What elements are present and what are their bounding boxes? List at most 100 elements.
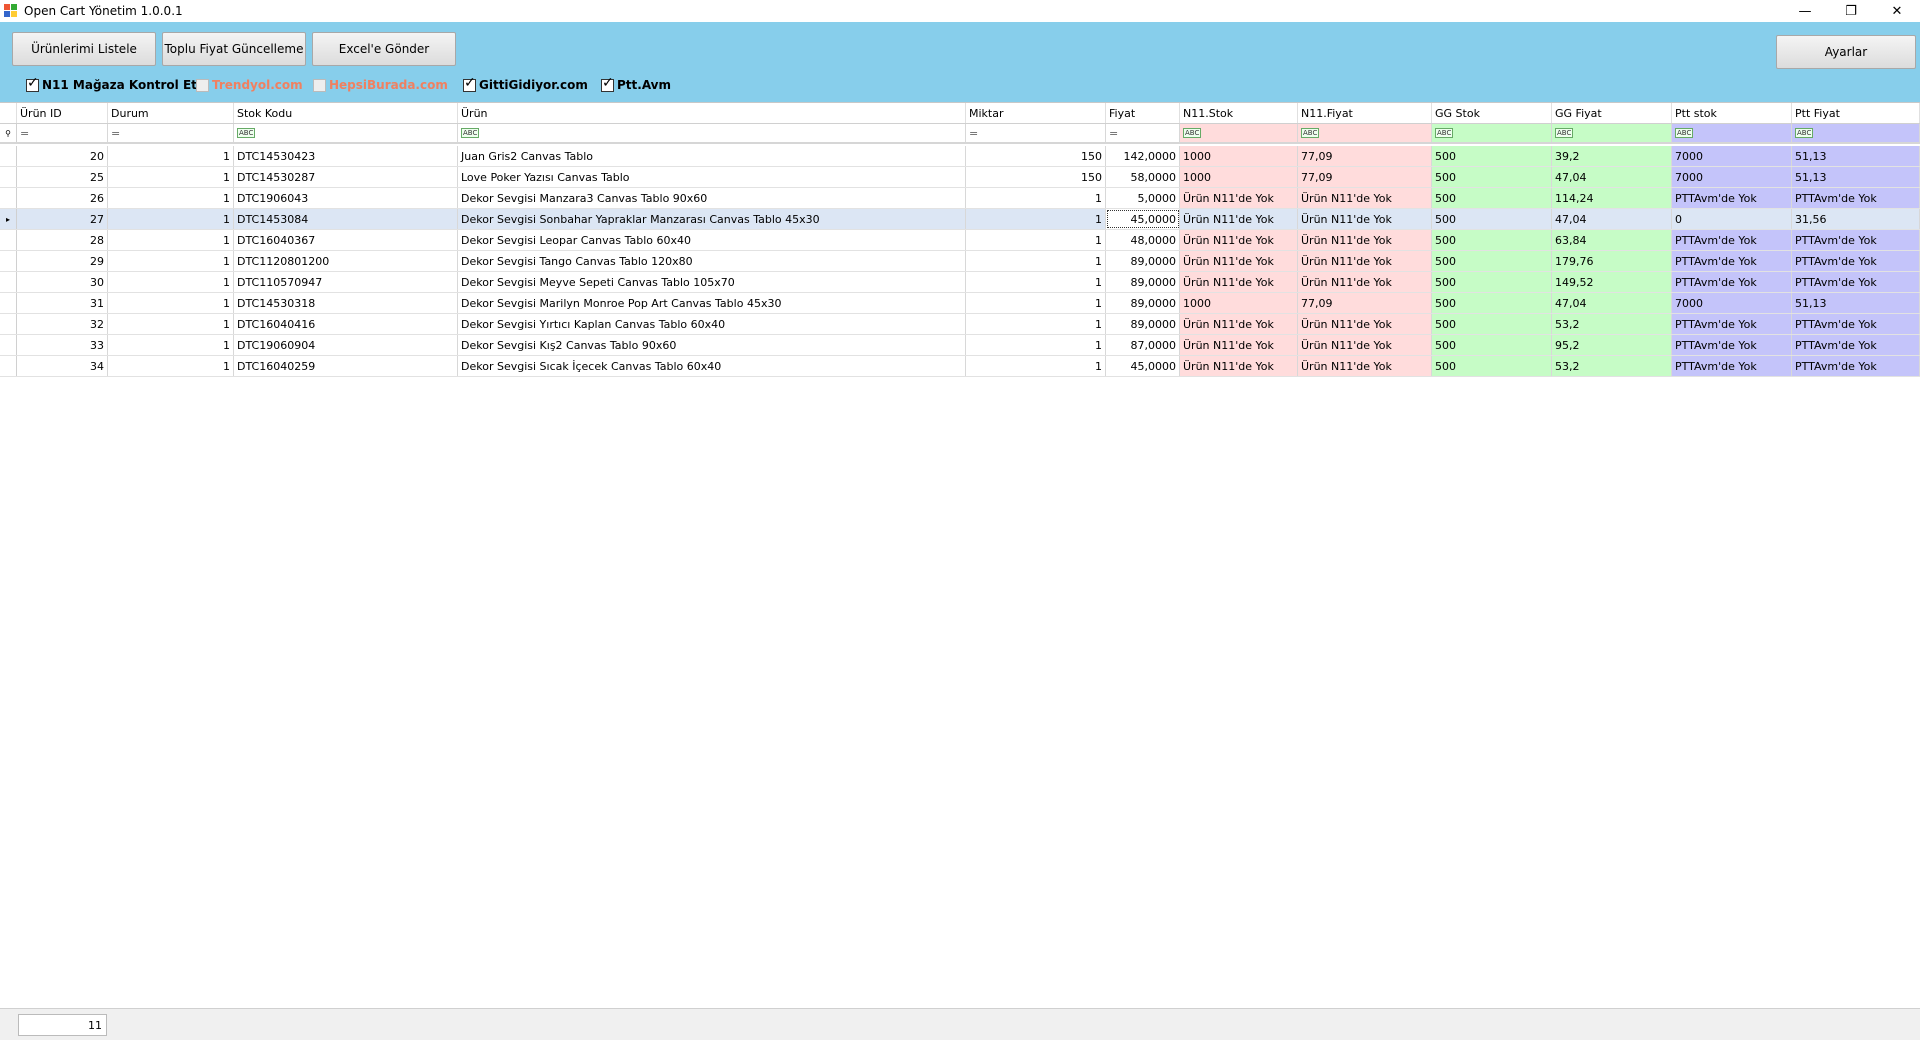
filter-text-icon[interactable]: ABC bbox=[1555, 128, 1574, 138]
cell-product-id[interactable]: 25 bbox=[17, 167, 108, 187]
cell-n11-price[interactable]: Ürün N11'de Yok bbox=[1298, 272, 1432, 292]
cell-ptt-price[interactable]: 31,56 bbox=[1792, 209, 1920, 229]
cell-gg-stock[interactable]: 500 bbox=[1432, 188, 1552, 208]
cell-stock-code[interactable]: DTC16040367 bbox=[234, 230, 458, 250]
row-header[interactable] bbox=[0, 356, 17, 376]
cell-gg-price[interactable]: 53,2 bbox=[1552, 356, 1672, 376]
cell-status[interactable]: 1 bbox=[108, 251, 234, 271]
cell-quantity[interactable]: 150 bbox=[966, 167, 1106, 187]
cell-n11-stock[interactable]: Ürün N11'de Yok bbox=[1180, 356, 1298, 376]
cell-ptt-price[interactable]: PTTAvm'de Yok bbox=[1792, 335, 1920, 355]
column-header-ptt-price[interactable]: Ptt Fiyat bbox=[1792, 103, 1920, 123]
cell-product-name[interactable]: Dekor Sevgisi Leopar Canvas Tablo 60x40 bbox=[458, 230, 966, 250]
table-row[interactable]: 25 1 DTC14530287 Love Poker Yazısı Canvas T… bbox=[0, 167, 1920, 188]
cell-n11-price[interactable]: 77,09 bbox=[1298, 167, 1432, 187]
column-header-quantity[interactable]: Miktar bbox=[966, 103, 1106, 123]
cell-product-id[interactable]: 33 bbox=[17, 335, 108, 355]
cell-product-id[interactable]: 32 bbox=[17, 314, 108, 334]
cell-quantity[interactable]: 1 bbox=[966, 230, 1106, 250]
cell-quantity[interactable]: 1 bbox=[966, 272, 1106, 292]
cell-n11-price[interactable]: Ürün N11'de Yok bbox=[1298, 209, 1432, 229]
cell-product-name[interactable]: Dekor Sevgisi Yırtıcı Kaplan Canvas Tabl… bbox=[458, 314, 966, 334]
cell-quantity[interactable]: 1 bbox=[966, 209, 1106, 229]
cell-gg-price[interactable]: 114,24 bbox=[1552, 188, 1672, 208]
cell-n11-price[interactable]: Ürün N11'de Yok bbox=[1298, 314, 1432, 334]
cell-n11-price[interactable]: Ürün N11'de Yok bbox=[1298, 356, 1432, 376]
cell-product-name[interactable]: Dekor Sevgisi Marilyn Monroe Pop Art Can… bbox=[458, 293, 966, 313]
cell-status[interactable]: 1 bbox=[108, 356, 234, 376]
cell-ptt-price[interactable]: PTTAvm'de Yok bbox=[1792, 230, 1920, 250]
cell-n11-price[interactable]: Ürün N11'de Yok bbox=[1298, 188, 1432, 208]
cell-product-name[interactable]: Dekor Sevgisi Sonbahar Yapraklar Manzara… bbox=[458, 209, 966, 229]
cell-gg-stock[interactable]: 500 bbox=[1432, 314, 1552, 334]
column-header-gg-price[interactable]: GG Fiyat bbox=[1552, 103, 1672, 123]
cell-quantity[interactable]: 1 bbox=[966, 188, 1106, 208]
cell-n11-price[interactable]: Ürün N11'de Yok bbox=[1298, 335, 1432, 355]
cell-product-name[interactable]: Dekor Sevgisi Manzara3 Canvas Tablo 90x6… bbox=[458, 188, 966, 208]
row-header[interactable] bbox=[0, 146, 17, 166]
cell-product-id[interactable]: 28 bbox=[17, 230, 108, 250]
filter-equals-icon[interactable]: = bbox=[111, 127, 120, 140]
table-row[interactable]: 29 1 DTC1120801200 Dekor Sevgisi Tango Canv… bbox=[0, 251, 1920, 272]
cell-price[interactable]: 142,0000 bbox=[1106, 146, 1180, 166]
cell-n11-stock[interactable]: 1000 bbox=[1180, 293, 1298, 313]
cell-ptt-price[interactable]: 51,13 bbox=[1792, 167, 1920, 187]
cell-gg-stock[interactable]: 500 bbox=[1432, 356, 1552, 376]
filter-text-icon[interactable]: ABC bbox=[1795, 128, 1814, 138]
cell-stock-code[interactable]: DTC14530287 bbox=[234, 167, 458, 187]
cell-product-id[interactable]: 31 bbox=[17, 293, 108, 313]
cell-status[interactable]: 1 bbox=[108, 188, 234, 208]
cell-product-name[interactable]: Dekor Sevgisi Kış2 Canvas Tablo 90x60 bbox=[458, 335, 966, 355]
cell-status[interactable]: 1 bbox=[108, 230, 234, 250]
cell-product-id[interactable]: 27 bbox=[17, 209, 108, 229]
cell-n11-stock[interactable]: Ürün N11'de Yok bbox=[1180, 188, 1298, 208]
cell-price[interactable]: 5,0000 bbox=[1106, 188, 1180, 208]
filter-text-icon[interactable]: ABC bbox=[461, 128, 480, 138]
row-header[interactable] bbox=[0, 188, 17, 208]
cell-ptt-price[interactable]: PTTAvm'de Yok bbox=[1792, 272, 1920, 292]
cell-product-name[interactable]: Dekor Sevgisi Meyve Sepeti Canvas Tablo … bbox=[458, 272, 966, 292]
filter-text-icon[interactable]: ABC bbox=[1675, 128, 1694, 138]
table-row[interactable]: 34 1 DTC16040259 Dekor Sevgisi Sıcak İçecek… bbox=[0, 356, 1920, 377]
column-header-product-id[interactable]: Ürün ID bbox=[17, 103, 108, 123]
row-header[interactable] bbox=[0, 314, 17, 334]
cell-n11-price[interactable]: 77,09 bbox=[1298, 293, 1432, 313]
cell-ptt-stock[interactable]: PTTAvm'de Yok bbox=[1672, 314, 1792, 334]
cell-gg-price[interactable]: 47,04 bbox=[1552, 167, 1672, 187]
cell-ptt-stock[interactable]: PTTAvm'de Yok bbox=[1672, 230, 1792, 250]
cell-gg-stock[interactable]: 500 bbox=[1432, 167, 1552, 187]
pttavm-checkbox[interactable]: Ptt.Avm bbox=[601, 75, 671, 94]
table-row[interactable]: 26 1 DTC1906043 Dekor Sevgisi Manzara3 Canv… bbox=[0, 188, 1920, 209]
row-header[interactable] bbox=[0, 251, 17, 271]
cell-gg-stock[interactable]: 500 bbox=[1432, 230, 1552, 250]
row-header[interactable] bbox=[0, 230, 17, 250]
table-row[interactable]: 33 1 DTC19060904 Dekor Sevgisi Kış2 Canvas … bbox=[0, 335, 1920, 356]
cell-status[interactable]: 1 bbox=[108, 209, 234, 229]
cell-ptt-price[interactable]: PTTAvm'de Yok bbox=[1792, 188, 1920, 208]
cell-price[interactable]: 89,0000 bbox=[1106, 272, 1180, 292]
cell-price[interactable]: 87,0000 bbox=[1106, 335, 1180, 355]
cell-price[interactable]: 89,0000 bbox=[1106, 251, 1180, 271]
filter-equals-icon[interactable]: = bbox=[969, 127, 978, 140]
cell-product-name[interactable]: Dekor Sevgisi Tango Canvas Tablo 120x80 bbox=[458, 251, 966, 271]
filter-cell-gg-price[interactable]: ABC bbox=[1552, 124, 1672, 142]
column-header-product-name[interactable]: Ürün bbox=[458, 103, 966, 123]
filter-cell-price[interactable]: = bbox=[1106, 124, 1180, 142]
cell-status[interactable]: 1 bbox=[108, 335, 234, 355]
column-header-gg-stock[interactable]: GG Stok bbox=[1432, 103, 1552, 123]
cell-n11-stock[interactable]: Ürün N11'de Yok bbox=[1180, 272, 1298, 292]
row-header[interactable] bbox=[0, 335, 17, 355]
cell-ptt-stock[interactable]: PTTAvm'de Yok bbox=[1672, 335, 1792, 355]
cell-stock-code[interactable]: DTC110570947 bbox=[234, 272, 458, 292]
cell-gg-price[interactable]: 39,2 bbox=[1552, 146, 1672, 166]
filter-cell-product-name[interactable]: ABC bbox=[458, 124, 966, 142]
cell-product-id[interactable]: 26 bbox=[17, 188, 108, 208]
products-grid[interactable]: Ürün ID Durum Stok Kodu Ürün Miktar Fiyat N11.… bbox=[0, 102, 1920, 1008]
cell-status[interactable]: 1 bbox=[108, 293, 234, 313]
column-header-n11-stock[interactable]: N11.Stok bbox=[1180, 103, 1298, 123]
column-header-status[interactable]: Durum bbox=[108, 103, 234, 123]
cell-product-id[interactable]: 20 bbox=[17, 146, 108, 166]
filter-equals-icon[interactable]: = bbox=[20, 127, 29, 140]
filter-cell-ptt-price[interactable]: ABC bbox=[1792, 124, 1920, 142]
table-row[interactable]: 20 1 DTC14530423 Juan Gris2 Canvas Tablo 150… bbox=[0, 146, 1920, 167]
